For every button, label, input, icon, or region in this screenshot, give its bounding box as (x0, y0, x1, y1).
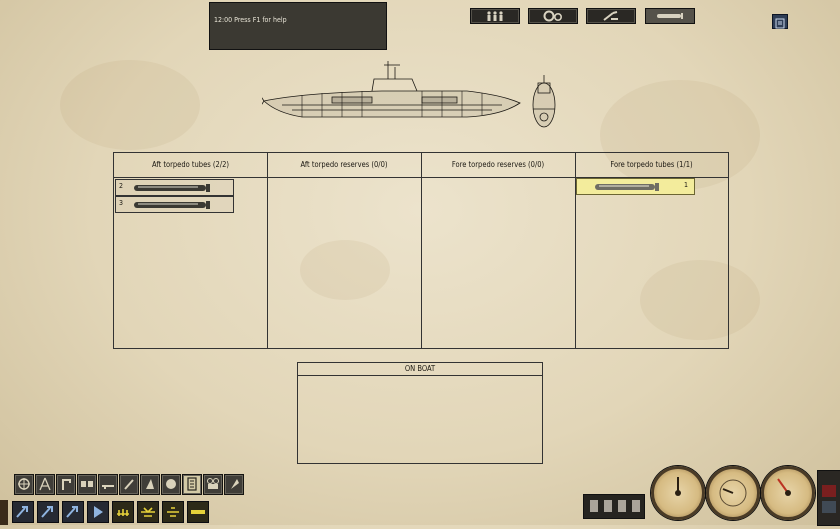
torpedo-slot[interactable]: 2 (115, 179, 234, 196)
systems-button[interactable] (528, 8, 578, 24)
camera-icon (207, 478, 219, 489)
status-strip (583, 494, 645, 519)
torpedo-icon (595, 183, 659, 191)
notepad-button[interactable] (772, 14, 788, 29)
depth-gauge[interactable] (706, 466, 760, 520)
status-icons (590, 500, 640, 512)
menu-1-icon (117, 509, 129, 516)
section-title: Aft torpedo tubes (2/2) (114, 153, 267, 178)
radio-icon (166, 479, 176, 489)
uzo-icon (81, 481, 93, 487)
uzo-button[interactable] (77, 474, 97, 495)
helm-button[interactable] (14, 474, 34, 495)
torpedo-management-button[interactable] (203, 474, 223, 495)
section-title: Fore torpedo tubes (1/1) (575, 153, 728, 178)
section-fore-reserves: Fore torpedo reserves (0/0) (421, 153, 576, 348)
section-title: Fore torpedo reserves (0/0) (421, 153, 575, 178)
crew-management-button[interactable] (182, 474, 202, 495)
paper-stain (60, 60, 200, 150)
gun-icon (102, 485, 114, 489)
torpedo-slot[interactable]: 3 (115, 196, 234, 213)
menu-2-icon (141, 507, 155, 517)
section-aft-reserves: Aft torpedo reserves (0/0) (267, 153, 422, 348)
crew-orders-3-button[interactable] (62, 501, 84, 523)
flak-icon (124, 479, 134, 490)
helm-icon (18, 478, 30, 490)
periscope-button[interactable] (56, 474, 76, 495)
time-compression-panel (817, 470, 840, 526)
on-boat-panel: ON BOAT (297, 362, 543, 464)
slot-number: 1 (683, 181, 688, 189)
periscope-icon (62, 479, 71, 490)
gun-button[interactable] (98, 474, 118, 495)
map-icon (231, 479, 239, 489)
menu-1-button[interactable] (112, 501, 134, 523)
bridge-icon (146, 479, 154, 489)
slot-number: 2 (119, 182, 124, 190)
message-text: 12:00 Press F1 for help (214, 16, 287, 24)
crew-orders-2-button[interactable] (37, 501, 59, 523)
torpedo-button[interactable] (645, 8, 695, 24)
crew-icon (487, 11, 503, 21)
time-controls (822, 485, 836, 513)
radio-button[interactable] (161, 474, 181, 495)
speed-gauge[interactable] (761, 466, 815, 520)
flak-button[interactable] (119, 474, 139, 495)
map-button[interactable] (224, 474, 244, 495)
submarine-blueprint (262, 61, 556, 128)
depth-button[interactable] (87, 501, 109, 523)
telegraph-dial (675, 477, 681, 496)
crew-button[interactable] (470, 8, 520, 24)
torpedo-icon (134, 184, 210, 192)
navigator-button[interactable] (35, 474, 55, 495)
torpedo-slot-selected[interactable]: 1 (576, 178, 695, 195)
depth-icon (94, 506, 103, 518)
torpedo-icon (657, 13, 683, 19)
torpedo-loadout-table: Aft torpedo tubes (2/2) 2 3 Aft torpedo … (113, 152, 729, 349)
gears-icon (543, 10, 563, 22)
menu-4-icon (191, 510, 205, 514)
notepad-icon (775, 18, 785, 29)
depth-dial (719, 479, 747, 507)
message-box: 12:00 Press F1 for help (209, 2, 387, 50)
crew-orders-3-icon (66, 506, 78, 518)
wrench-icon (603, 11, 618, 21)
crew-orders-1-button[interactable] (12, 501, 34, 523)
slot-number: 3 (119, 199, 124, 207)
crew-management-icon (187, 477, 197, 491)
crew-orders-2-icon (41, 506, 53, 518)
section-aft-tubes: Aft torpedo tubes (2/2) 2 3 (114, 153, 268, 348)
section-fore-tubes: Fore torpedo tubes (1/1) 1 (575, 153, 728, 348)
navigator-icon (39, 477, 51, 491)
menu-3-icon (167, 507, 179, 517)
engine-telegraph-gauge[interactable] (651, 466, 705, 520)
section-title: Aft torpedo reserves (0/0) (267, 153, 421, 178)
speed-dial (777, 478, 791, 496)
bridge-button[interactable] (140, 474, 160, 495)
menu-4-button[interactable] (187, 501, 209, 523)
torpedo-icon (134, 201, 210, 209)
left-edge-indicator (0, 500, 8, 525)
tools-button[interactable] (586, 8, 636, 24)
crew-orders-1-icon (16, 506, 28, 518)
menu-2-button[interactable] (137, 501, 159, 523)
on-boat-title: ON BOAT (298, 363, 542, 376)
menu-3-button[interactable] (162, 501, 184, 523)
